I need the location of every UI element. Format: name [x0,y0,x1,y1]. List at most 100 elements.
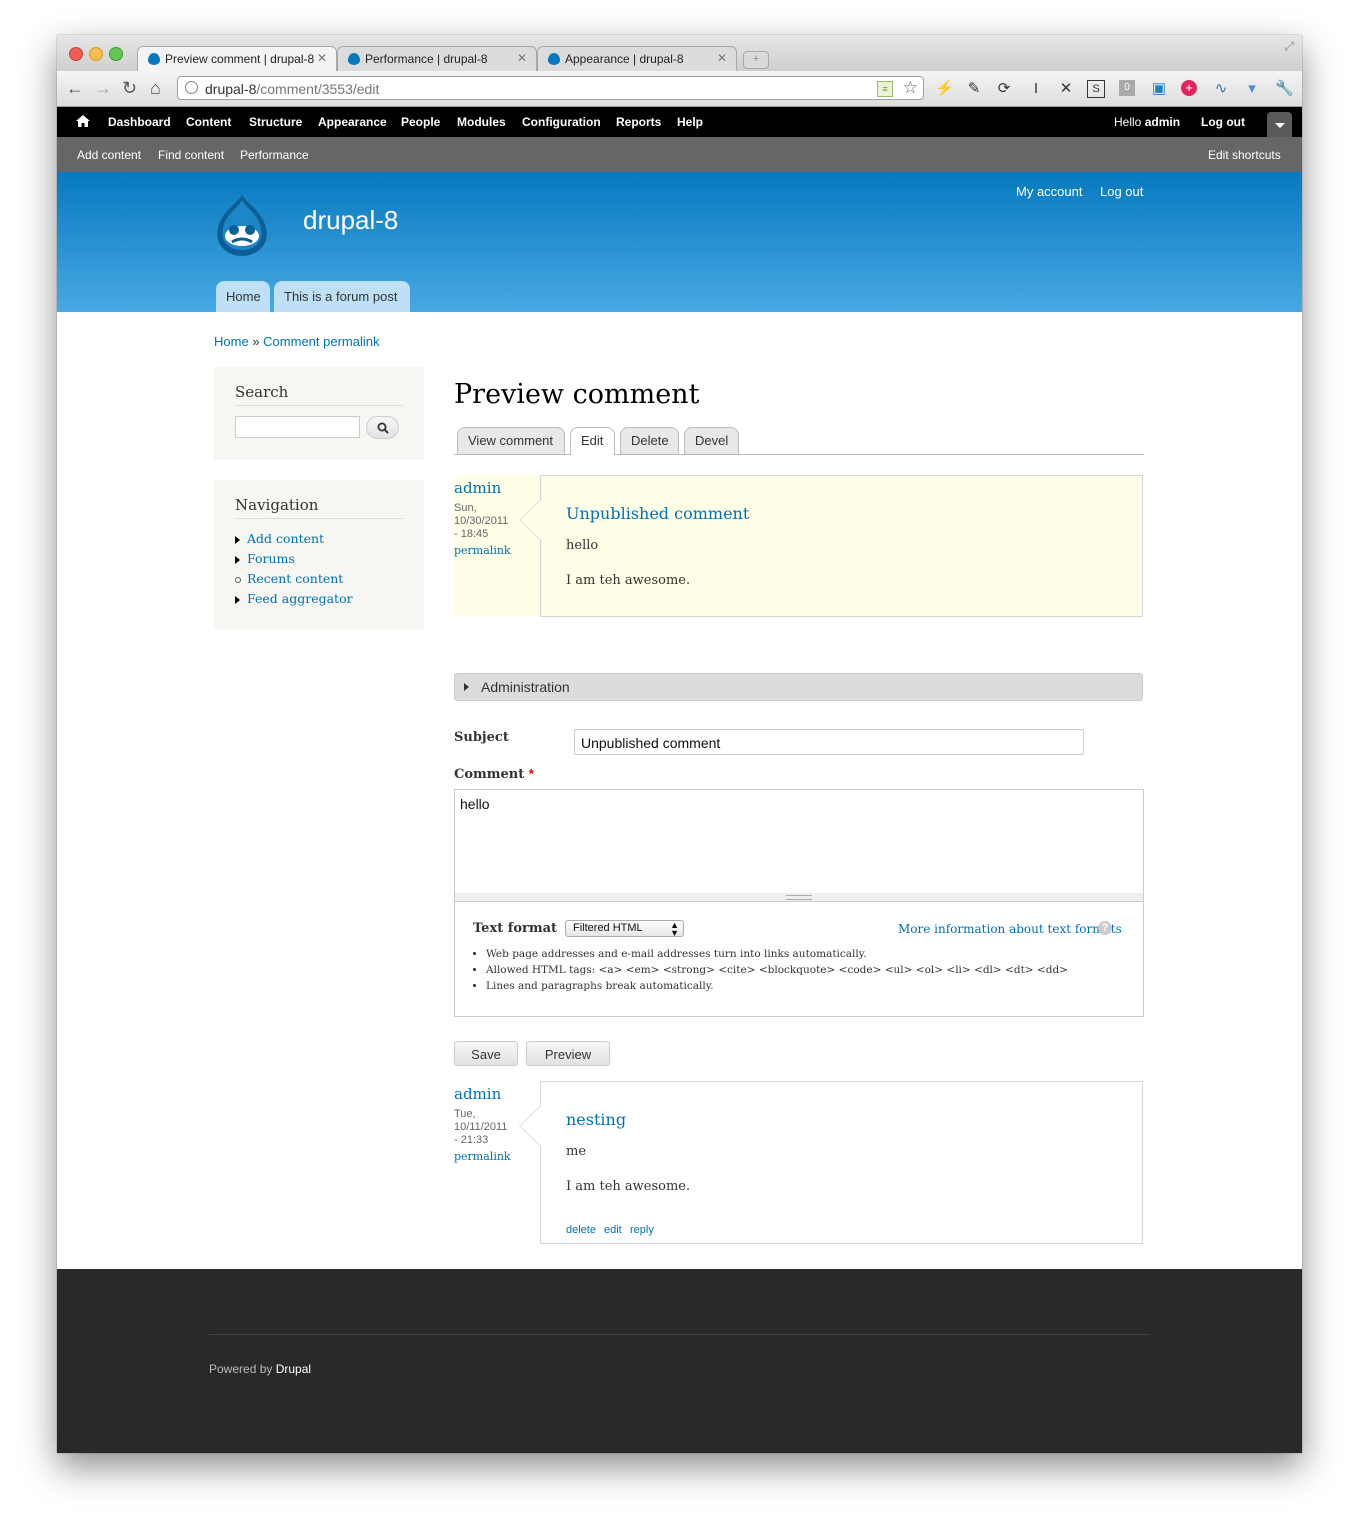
nav-link[interactable]: Feed aggregator [247,591,353,606]
plus-extension-icon[interactable]: + [1181,80,1197,96]
tab-title: Appearance | drupal-8 [565,52,684,66]
required-marker: * [528,766,534,781]
toolbar-item-modules[interactable]: Modules [457,115,506,129]
nav-link[interactable]: Add content [247,531,324,546]
secondary-tabs: View comment Edit Delete Devel [454,427,1144,455]
screen-extension-icon[interactable]: ▣ [1150,80,1168,98]
nav-link[interactable]: Forums [247,551,295,566]
reload-icon[interactable]: ↻ [122,78,137,98]
my-account-link[interactable]: My account [1016,184,1082,199]
shortcuts-drawer-toggle[interactable] [1267,112,1292,137]
help-icon[interactable]: ? [1098,921,1112,935]
comment-title[interactable]: Unpublished comment [566,504,749,523]
tab-delete[interactable]: Delete [620,427,679,454]
toolbar-item-people[interactable]: People [401,115,440,129]
wrench-icon[interactable]: 🔧 [1275,80,1294,98]
preview-button[interactable]: Preview [526,1041,610,1066]
tab-view-comment[interactable]: View comment [457,427,565,454]
s-extension-icon[interactable]: S [1087,80,1105,98]
edit-shortcuts-link[interactable]: Edit shortcuts [1208,148,1281,162]
counter-extension-icon[interactable]: 0 [1119,80,1135,96]
filter-tips: Web page addresses and e-mail addresses … [473,948,1068,996]
browser-tab-preview-comment[interactable]: Preview comment | drupal-8 ✕ [137,46,337,71]
feather-extension-icon[interactable]: ✎ [965,80,983,98]
sync-extension-icon[interactable]: ⟳ [995,80,1013,98]
breadcrumb-comment-permalink[interactable]: Comment permalink [263,334,379,349]
bookmark-star-icon[interactable]: ☆ [903,78,918,98]
nav-item-add-content[interactable]: Add content [235,531,403,551]
primary-tab-forum-post[interactable]: This is a forum post [274,281,410,312]
filter-tip: Lines and paragraphs break automatically… [486,980,1068,996]
feed-extension-icon[interactable]: ∿ [1212,80,1230,98]
close-tab-icon[interactable]: ✕ [517,51,527,65]
toolbar-item-appearance[interactable]: Appearance [318,115,387,129]
shortcut-performance[interactable]: Performance [240,148,309,162]
toolbar-item-content[interactable]: Content [186,115,231,129]
browser-window: Preview comment | drupal-8 ✕ Performance… [57,35,1302,1453]
address-bar[interactable]: drupal-8/comment/3553/edit ≡ ☆ [177,76,924,100]
rss-feed-icon[interactable]: ≡ [877,81,893,97]
comment-permalink[interactable]: permalink [454,544,511,557]
close-window-button[interactable] [69,47,83,61]
comment-delete-link[interactable]: delete [566,1224,596,1236]
save-button[interactable]: Save [454,1041,518,1066]
text-format-help-link[interactable]: More information about text formats [898,922,1122,936]
toolbar-item-structure[interactable]: Structure [249,115,302,129]
tab-title: Performance | drupal-8 [365,52,488,66]
pocket-extension-icon[interactable]: ▾ [1243,80,1261,98]
search-input[interactable] [235,416,360,438]
search-button[interactable] [366,416,399,439]
home-icon[interactable] [75,113,91,129]
tab-devel[interactable]: Devel [684,427,739,454]
toolbar-item-dashboard[interactable]: Dashboard [108,115,171,129]
comment-edit-link[interactable]: edit [604,1224,622,1236]
toolbar-user-greeting[interactable]: Hello admin [1114,115,1180,129]
back-icon[interactable]: ← [66,78,84,98]
nav-item-feed-aggregator[interactable]: Feed aggregator [235,591,403,611]
minimize-window-button[interactable] [89,47,103,61]
nav-item-recent-content[interactable]: Recent content [235,571,403,591]
search-block-title: Search [235,367,403,406]
breadcrumb-home[interactable]: Home [214,334,249,349]
toolbar-logout-link[interactable]: Log out [1201,115,1245,129]
new-tab-button[interactable]: + [743,51,769,69]
subject-input[interactable]: Unpublished comment [574,729,1084,755]
toolbar-item-help[interactable]: Help [677,115,703,129]
drupal-logo[interactable] [212,192,272,258]
primary-tab-home[interactable]: Home [216,281,270,312]
text-format-select[interactable]: Filtered HTML ▲ ▼ [565,920,684,938]
lightning-extension-icon[interactable]: ⚡ [935,80,954,98]
shortcut-find-content[interactable]: Find content [158,148,224,162]
header-logout-link[interactable]: Log out [1100,184,1143,199]
administration-fieldset-toggle[interactable]: Administration [454,673,1143,701]
comment-author[interactable]: admin [454,1085,501,1103]
toolbar-item-reports[interactable]: Reports [616,115,661,129]
drupal-link[interactable]: Drupal [276,1362,311,1376]
shortcut-add-content[interactable]: Add content [77,148,141,162]
textarea-resize-grip[interactable] [454,893,1144,902]
text-cursor-extension-icon[interactable]: I [1027,80,1045,98]
nav-link[interactable]: Recent content [247,571,343,586]
comment-textarea[interactable]: hello [454,789,1144,894]
comment-label: Comment * [454,766,534,782]
pin-extension-icon[interactable]: ✕ [1057,80,1075,98]
comment-reply-link[interactable]: reply [630,1224,654,1236]
forward-icon[interactable]: → [94,78,112,98]
filter-tip: Allowed HTML tags: <a> <em> <strong> <ci… [486,964,1068,980]
site-name[interactable]: drupal-8 [303,205,398,236]
drupal-favicon-icon [548,53,560,65]
zoom-window-button[interactable] [109,47,123,61]
fullscreen-icon[interactable]: ⤢ [1284,39,1294,54]
browser-tab-performance[interactable]: Performance | drupal-8 ✕ [337,46,537,71]
toolbar-item-configuration[interactable]: Configuration [522,115,601,129]
close-tab-icon[interactable]: ✕ [717,51,727,65]
comment-permalink[interactable]: permalink [454,1150,511,1163]
home-icon[interactable]: ⌂ [150,78,161,98]
url-text: drupal-8/comment/3553/edit [205,81,380,97]
close-tab-icon[interactable]: ✕ [317,51,327,65]
browser-tab-appearance[interactable]: Appearance | drupal-8 ✕ [537,46,737,71]
tab-edit[interactable]: Edit [570,427,615,455]
comment-author[interactable]: admin [454,479,501,497]
comment-title[interactable]: nesting [566,1110,626,1129]
nav-item-forums[interactable]: Forums [235,551,403,571]
